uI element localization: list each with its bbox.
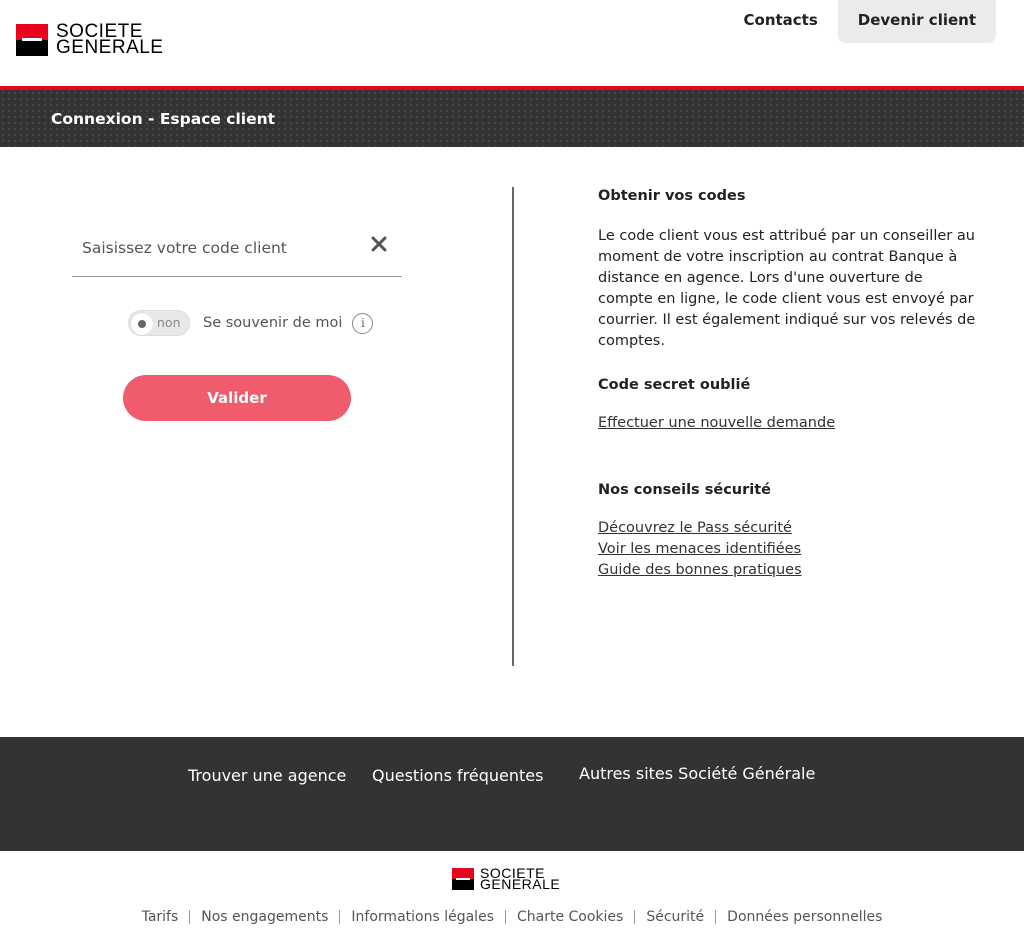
toggle-state-label: non <box>157 315 181 330</box>
codes-section: Obtenir vos codes Le code client vous es… <box>598 188 978 352</box>
clear-icon[interactable] <box>370 235 388 253</box>
charte-cookies-link[interactable]: Charte Cookies <box>506 909 634 925</box>
footer-logo-wordmark: SOCIETE GENERALE <box>480 866 561 892</box>
nouvelle-demande-link[interactable]: Effectuer une nouvelle demande <box>598 413 978 434</box>
tarifs-link[interactable]: Tarifs <box>131 909 190 925</box>
footer-legal: SOCIETE GENERALE Tarifs Nos engagements … <box>0 851 1024 944</box>
code-client-field <box>72 225 402 277</box>
devenir-client-button[interactable]: Devenir client <box>837 0 996 43</box>
pass-securite-link[interactable]: Découvrez le Pass sécurité <box>598 518 978 539</box>
contacts-link[interactable]: Contacts <box>724 0 838 43</box>
secret-section: Code secret oublié Effectuer une nouvell… <box>598 377 978 434</box>
logo-mark-icon <box>16 24 48 56</box>
bonnes-pratiques-link[interactable]: Guide des bonnes pratiques <box>598 560 978 581</box>
security-section: Nos conseils sécurité Découvrez le Pass … <box>598 482 978 581</box>
questions-frequentes-link[interactable]: Questions fréquentes <box>372 766 543 785</box>
page-banner: Connexion - Espace client <box>0 90 1024 147</box>
vertical-divider <box>512 187 514 666</box>
footer-logo: SOCIETE GENERALE <box>452 866 561 892</box>
autres-sites-link[interactable]: Autres sites Société Générale <box>579 764 815 783</box>
toggle-knob <box>131 313 153 335</box>
footer-logo-line-2: GENERALE <box>480 876 561 892</box>
site-header: SOCIETE GENERALE Contacts Devenir client <box>0 0 1024 86</box>
page-title: Connexion - Espace client <box>51 110 276 128</box>
legal-links: Tarifs Nos engagements Informations léga… <box>0 909 1024 925</box>
codes-heading: Obtenir vos codes <box>598 188 746 204</box>
security-heading: Nos conseils sécurité <box>598 482 772 498</box>
footer-links-band: Trouver une agence Questions fréquentes … <box>0 737 1024 851</box>
informations-legales-link[interactable]: Informations légales <box>340 909 505 925</box>
nos-engagements-link[interactable]: Nos engagements <box>190 909 339 925</box>
top-nav: Contacts Devenir client <box>724 0 996 43</box>
donnees-personnelles-link[interactable]: Données personnelles <box>716 909 893 925</box>
societe-generale-logo[interactable]: SOCIETE GENERALE <box>16 22 164 58</box>
footer-logo-mark-icon <box>452 868 474 890</box>
info-icon[interactable]: i <box>352 312 374 334</box>
logo-line-2: GENERALE <box>56 37 164 58</box>
codes-description: Le code client vous est attribué par un … <box>598 228 976 349</box>
securite-link[interactable]: Sécurité <box>635 909 715 925</box>
remember-me-row: non Se souvenir de moi i <box>128 310 374 336</box>
trouver-agence-link[interactable]: Trouver une agence <box>188 766 346 785</box>
code-client-input[interactable] <box>82 239 362 257</box>
remember-me-toggle[interactable]: non <box>128 310 190 336</box>
secret-heading: Code secret oublié <box>598 377 751 393</box>
logo-wordmark: SOCIETE GENERALE <box>56 22 164 58</box>
valider-button[interactable]: Valider <box>123 375 351 421</box>
menaces-link[interactable]: Voir les menaces identifiées <box>598 539 978 560</box>
remember-me-label: Se souvenir de moi <box>203 315 343 331</box>
